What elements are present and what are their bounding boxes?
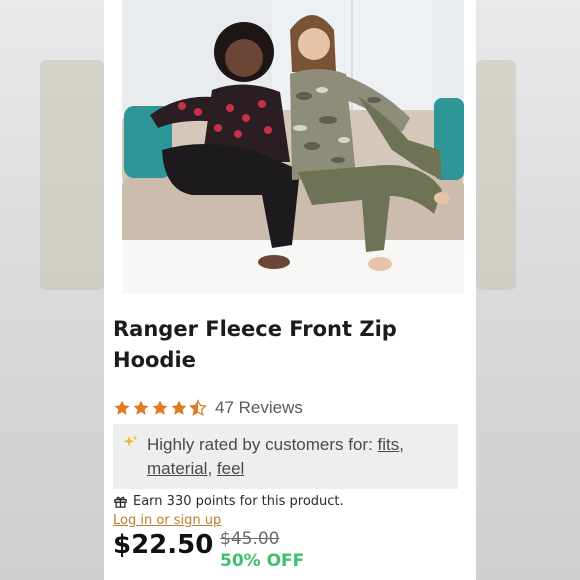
points-text: Earn 330 points for this product.: [133, 494, 344, 509]
sparkle-icon: [123, 435, 138, 447]
product-title-line2: Hoodie: [113, 348, 196, 372]
tag-link-feel[interactable]: feel: [217, 459, 244, 478]
star-icon: [171, 400, 187, 415]
star-rating: [113, 399, 207, 417]
discount-badge: 50% OFF: [220, 551, 305, 571]
rating-row[interactable]: 47 Reviews: [113, 398, 303, 418]
customer-highlight-box: Highly rated by customers for: fits, mat…: [113, 424, 458, 489]
original-price: $45.00: [220, 529, 280, 549]
product-photo-illustration: [122, 0, 464, 294]
star-icon: [114, 400, 130, 415]
blurred-photo-edge: [40, 60, 104, 290]
highlight-separator: ,: [399, 435, 404, 454]
highlight-separator: ,: [207, 459, 217, 478]
login-link[interactable]: Log in or sign up: [113, 513, 221, 528]
tag-link-fits[interactable]: fits: [378, 435, 400, 454]
product-photo[interactable]: [122, 0, 464, 294]
blurred-photo-edge: [476, 60, 516, 290]
product-title: Ranger Fleece Front Zip Hoodie: [113, 314, 453, 376]
highlight-prefix: Highly rated by customers for:: [147, 435, 378, 454]
star-icon: [152, 400, 168, 415]
star-icon: [133, 400, 149, 415]
product-card: Ranger Fleece Front Zip Hoodie 47 Review…: [104, 0, 476, 580]
sale-price: $22.50: [113, 530, 214, 560]
blurred-backdrop-left: [0, 0, 104, 580]
blurred-backdrop-right: [476, 0, 580, 580]
points-row: Earn 330 points for this product.: [113, 494, 344, 509]
half-star-icon: [189, 399, 207, 417]
reviews-link[interactable]: 47 Reviews: [215, 398, 303, 418]
product-title-line1: Ranger Fleece Front Zip: [113, 317, 397, 341]
tag-link-material[interactable]: material: [147, 459, 207, 478]
gift-icon: [114, 496, 127, 508]
